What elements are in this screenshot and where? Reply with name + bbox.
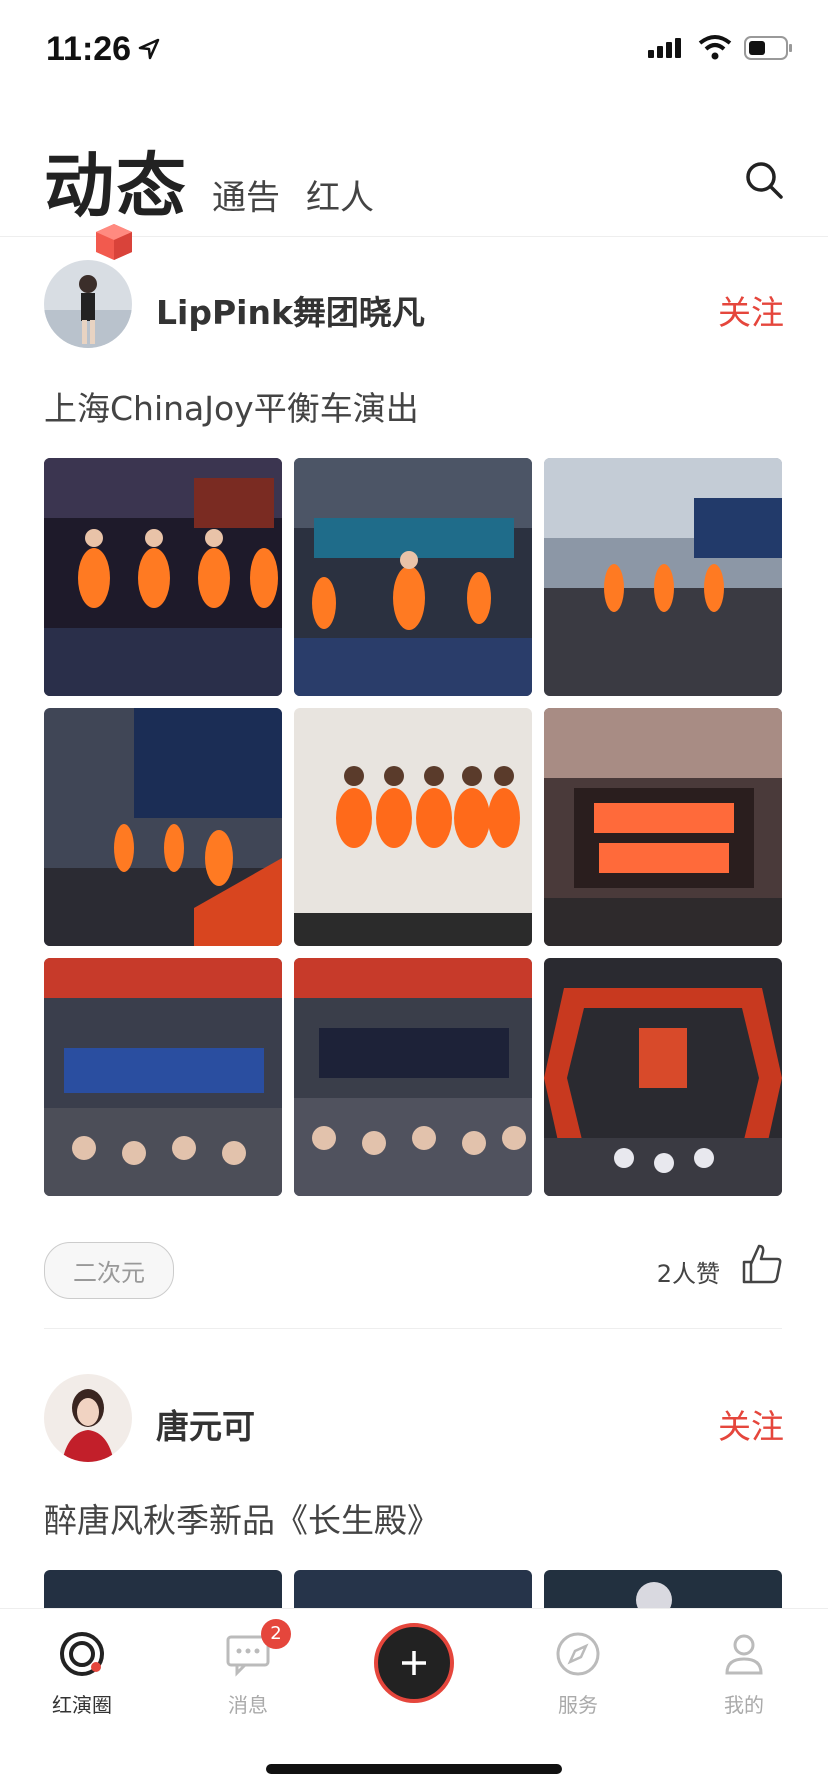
location-arrow-icon [138, 38, 160, 60]
photo-grid [44, 458, 782, 1196]
search-icon[interactable] [744, 160, 784, 200]
tab-services[interactable]: 服务 [523, 1629, 633, 1718]
cube-badge-icon [96, 224, 132, 260]
unread-badge: 2 [261, 1619, 291, 1649]
photo-thumbnail[interactable] [294, 458, 532, 696]
post-divider [44, 1328, 782, 1329]
wifi-icon [698, 35, 732, 60]
tab-messages[interactable]: 2 消息 [193, 1619, 303, 1718]
user-icon [725, 1634, 763, 1675]
status-bar: 11:26 [0, 0, 828, 100]
photo-thumbnail[interactable] [44, 708, 282, 946]
home-indicator[interactable] [266, 1764, 562, 1774]
photo-thumbnail[interactable] [294, 958, 532, 1196]
photo-thumbnail[interactable] [294, 708, 532, 946]
status-time: 11:26 [46, 30, 132, 68]
photo-thumbnail[interactable] [544, 458, 782, 696]
author-name[interactable]: LipPink舞团晓凡 [156, 286, 425, 334]
photo-thumbnail[interactable] [544, 708, 782, 946]
post-caption: 上海ChinaJoy平衡车演出 [44, 389, 419, 428]
follow-button[interactable]: 关注 [718, 286, 784, 334]
plus-icon [402, 1651, 426, 1675]
compass-icon [556, 1632, 600, 1676]
cellular-signal-icon [648, 38, 681, 58]
tab-messages-label: 消息 [228, 1693, 268, 1717]
author-name[interactable]: 唐元可 [156, 1400, 255, 1448]
tab-celebrities[interactable]: 红人 [306, 170, 374, 219]
create-post-button[interactable] [374, 1623, 454, 1703]
page-header: 动态 通告 红人 [0, 120, 828, 237]
photo-thumbnail[interactable] [44, 458, 282, 696]
tab-profile[interactable]: 我的 [689, 1629, 799, 1718]
tab-services-label: 服务 [558, 1693, 598, 1717]
tab-profile-label: 我的 [724, 1693, 764, 1717]
thumbs-up-icon[interactable] [740, 1242, 784, 1286]
home-ring-icon [60, 1632, 104, 1676]
like-count: 2人赞 [656, 1260, 720, 1288]
avatar[interactable] [44, 1374, 132, 1462]
post-caption: 醉唐风秋季新品《长生殿》 [44, 1501, 440, 1540]
follow-button[interactable]: 关注 [718, 1400, 784, 1448]
tab-notices[interactable]: 通告 [212, 170, 280, 219]
photo-thumbnail[interactable] [544, 958, 782, 1196]
topic-tag[interactable]: 二次元 [44, 1242, 174, 1299]
tab-home[interactable]: 红演圈 [27, 1629, 137, 1718]
page-title: 动态 [44, 145, 188, 227]
photo-thumbnail[interactable] [44, 958, 282, 1196]
avatar[interactable] [44, 260, 132, 348]
battery-icon [744, 36, 792, 60]
tab-home-label: 红演圈 [52, 1693, 112, 1717]
